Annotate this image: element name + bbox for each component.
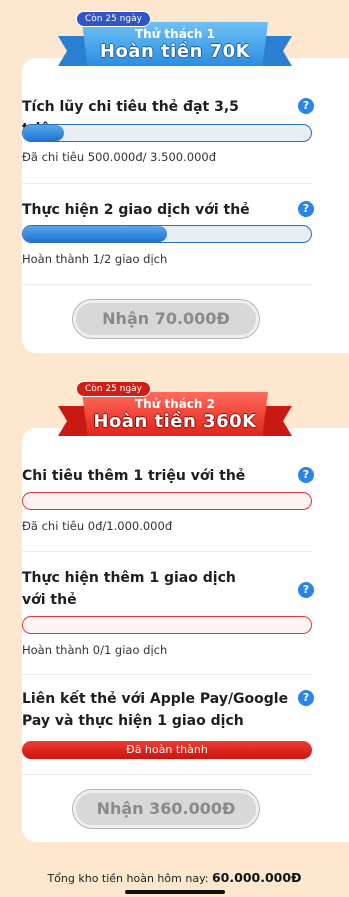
divider [22, 183, 312, 184]
claim-360k-button[interactable]: Nhận 360.000Đ [73, 790, 259, 828]
task-note: Đã chi tiêu 500.000đ/ 3.500.000đ [22, 150, 217, 164]
total-cashback-label: Tổng kho tiền hoàn hôm nay: [47, 872, 209, 885]
total-cashback-amount: 60.000.000Đ [211, 870, 302, 885]
task-note: Hoàn thành 1/2 giao dịch [22, 252, 168, 266]
challenge-2-banner: Thử thách 2 Hoàn tiền 360K [58, 392, 292, 442]
task-item: Liên kết thẻ với Apple Pay/Google Pay và… [22, 688, 314, 759]
days-left-badge: Còn 25 ngày [76, 381, 151, 397]
divider [22, 774, 312, 775]
days-left-badge: Còn 25 ngày [76, 11, 151, 27]
task-item: Tích lũy chi tiêu thẻ đạt 3,5 triệu ? Đã… [22, 96, 314, 164]
challenge-2-title: Hoàn tiền 360K [93, 411, 257, 432]
progress-bar [22, 616, 312, 634]
progress-bar [22, 225, 312, 243]
task-item: Chi tiêu thêm 1 triệu với thẻ ? Đã chi t… [22, 465, 314, 533]
challenge-1-subtitle: Thử thách 1 [134, 27, 215, 41]
home-indicator [125, 890, 225, 894]
help-icon[interactable]: ? [298, 98, 314, 114]
challenge-2-card [22, 428, 349, 842]
completed-status-bar: Đã hoàn thành [22, 741, 312, 759]
challenge-1-title: Hoàn tiền 70K [99, 41, 251, 62]
challenge-2-subtitle: Thử thách 2 [134, 397, 215, 411]
claim-70k-button[interactable]: Nhận 70.000Đ [73, 300, 259, 338]
help-icon[interactable]: ? [298, 690, 314, 706]
help-icon[interactable]: ? [298, 467, 314, 483]
help-icon[interactable]: ? [298, 201, 314, 217]
divider [22, 551, 312, 552]
progress-bar [22, 124, 312, 142]
task-title: Thực hiện 2 giao dịch với thẻ [22, 202, 250, 218]
divider [22, 674, 312, 675]
task-item: Thực hiện 2 giao dịch với thẻ ? Hoàn thà… [22, 199, 314, 266]
help-icon[interactable]: ? [298, 582, 314, 598]
total-cashback-footer: Tổng kho tiền hoàn hôm nay: 60.000.000Đ [0, 870, 349, 885]
task-title: Chi tiêu thêm 1 triệu với thẻ [22, 468, 246, 484]
divider [22, 284, 312, 285]
task-title: Thực hiện thêm 1 giao dịch với thẻ [22, 570, 236, 608]
task-item: Thực hiện thêm 1 giao dịch với thẻ ? Hoà… [22, 567, 314, 657]
task-note: Đã chi tiêu 0đ/1.000.000đ [22, 519, 173, 533]
challenge-1-banner: Thử thách 1 Hoàn tiền 70K [58, 22, 292, 72]
task-note: Hoàn thành 0/1 giao dịch [22, 643, 168, 657]
task-title: Liên kết thẻ với Apple Pay/Google Pay và… [22, 691, 289, 729]
progress-bar [22, 492, 312, 510]
progress-fill [23, 226, 167, 242]
progress-fill [23, 125, 65, 141]
